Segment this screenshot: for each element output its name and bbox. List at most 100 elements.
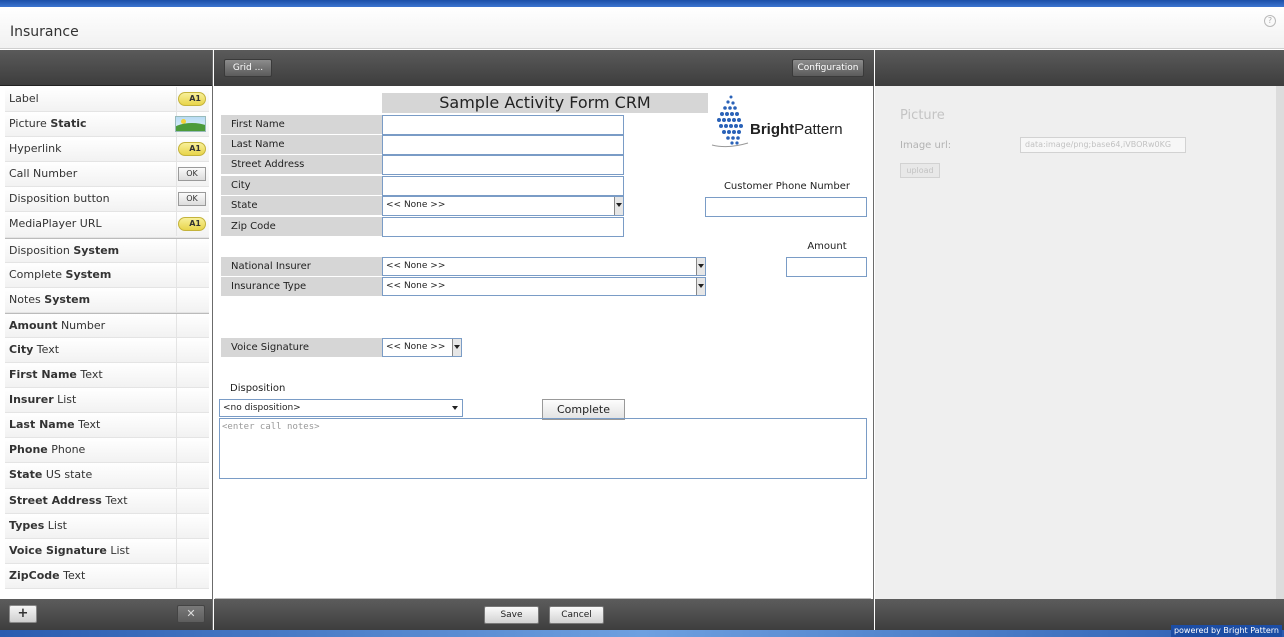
question-icon[interactable]: ? bbox=[1264, 15, 1276, 27]
field-palette-item[interactable]: Disposition System bbox=[5, 237, 209, 263]
field-palette-item-label: MediaPlayer URL bbox=[9, 217, 102, 231]
insurance-type-select[interactable]: << None >> bbox=[382, 277, 706, 296]
grid-button[interactable]: Grid ... bbox=[224, 59, 272, 77]
field-palette-item[interactable]: First Name Text bbox=[5, 363, 209, 389]
voice-signature-label[interactable]: Voice Signature bbox=[221, 338, 382, 358]
add-field-button[interactable]: + bbox=[9, 605, 37, 623]
field-palette-item[interactable]: Complete System bbox=[5, 262, 209, 288]
image-url-input[interactable]: data:image/png;base64,iVBORw0KG bbox=[1020, 137, 1186, 153]
cancel-button[interactable]: Cancel bbox=[549, 606, 604, 624]
app-title: Insurance bbox=[10, 24, 79, 40]
field-palette-item[interactable]: Phone Phone bbox=[5, 438, 209, 464]
field-palette-item[interactable]: City Text bbox=[5, 337, 209, 364]
voice-signature-select[interactable]: << None >> bbox=[382, 338, 462, 357]
field-palette-item-label: Street Address Text bbox=[9, 493, 128, 507]
logo-dots-icon bbox=[711, 95, 749, 148]
brightpattern-logo[interactable]: BrightPattern bbox=[708, 93, 868, 153]
national-insurer-select[interactable]: << None >> bbox=[382, 257, 706, 276]
last-name-label[interactable]: Last Name bbox=[221, 135, 382, 155]
window-bottom-strip bbox=[0, 630, 1284, 637]
field-palette-item-preview bbox=[176, 388, 209, 413]
field-palette-item[interactable]: Amount Number bbox=[5, 312, 209, 338]
field-palette-item-label: Call Number bbox=[9, 167, 78, 181]
field-palette-item[interactable]: Voice Signature List bbox=[5, 538, 209, 564]
field-palette-item[interactable]: Notes System bbox=[5, 287, 209, 313]
field-palette-item-preview bbox=[176, 363, 209, 388]
form-editor-footer: Save Cancel bbox=[214, 599, 874, 630]
field-palette-item[interactable]: Street Address Text bbox=[5, 488, 209, 514]
chevron-down-icon bbox=[452, 406, 458, 410]
disposition-label[interactable]: Disposition bbox=[230, 383, 285, 394]
form-editor-header: Grid ... Configuration bbox=[214, 50, 874, 86]
field-palette-item[interactable]: Types List bbox=[5, 513, 209, 539]
upload-button[interactable]: upload bbox=[900, 163, 940, 178]
disposition-select[interactable]: <no disposition> bbox=[219, 399, 463, 417]
configuration-button[interactable]: Configuration bbox=[792, 59, 864, 77]
national-insurer-label[interactable]: National Insurer bbox=[221, 257, 382, 277]
complete-button[interactable]: Complete bbox=[542, 399, 625, 420]
field-palette-item-preview bbox=[176, 238, 209, 263]
properties-header bbox=[875, 50, 1284, 86]
insurance-type-value: << None >> bbox=[386, 281, 446, 291]
insurance-type-label[interactable]: Insurance Type bbox=[221, 277, 382, 297]
chevron-down-icon bbox=[614, 197, 623, 215]
field-palette-item-preview bbox=[176, 313, 209, 338]
form-canvas: Sample Activity Form CRM First Name Last… bbox=[217, 87, 871, 598]
field-palette-item[interactable]: Call Number OK bbox=[5, 162, 209, 188]
call-notes-field[interactable]: <enter call notes> bbox=[219, 418, 867, 479]
field-palette-item[interactable]: ZipCode Text bbox=[5, 563, 209, 589]
zip-code-field[interactable] bbox=[382, 217, 624, 237]
first-name-field[interactable] bbox=[382, 115, 624, 135]
field-palette-item[interactable]: State US state bbox=[5, 463, 209, 489]
city-label[interactable]: City bbox=[221, 176, 382, 196]
field-palette-list: Label A1 Picture Static Hyperlink A1 Call Num… bbox=[5, 87, 209, 589]
customer-phone-label[interactable]: Customer Phone Number bbox=[705, 181, 869, 192]
first-name-label[interactable]: First Name bbox=[221, 115, 382, 135]
street-address-label[interactable]: Street Address bbox=[221, 155, 382, 175]
title-bar: Insurance ? bbox=[0, 7, 1284, 49]
field-palette-item-label: Voice Signature List bbox=[9, 543, 130, 557]
field-palette-item[interactable]: Last Name Text bbox=[5, 413, 209, 439]
field-palette-footer: + ✕ bbox=[0, 599, 212, 630]
field-palette-panel: Label A1 Picture Static Hyperlink A1 Call Num… bbox=[0, 50, 213, 630]
field-palette-header bbox=[0, 50, 212, 86]
field-palette-item-label: Picture Static bbox=[9, 117, 87, 131]
field-palette-item-label: Types List bbox=[9, 518, 67, 532]
chevron-down-icon bbox=[696, 278, 705, 295]
field-palette-item[interactable]: MediaPlayer URL A1 bbox=[5, 212, 209, 238]
properties-scrollbar[interactable] bbox=[1276, 86, 1284, 599]
field-palette-item[interactable]: Disposition button OK bbox=[5, 187, 209, 213]
city-field[interactable] bbox=[382, 176, 624, 196]
remove-field-button[interactable]: ✕ bbox=[177, 605, 205, 623]
voice-signature-value: << None >> bbox=[386, 342, 446, 352]
field-palette-item-label: State US state bbox=[9, 468, 93, 482]
field-palette-item[interactable]: Hyperlink A1 bbox=[5, 137, 209, 163]
field-palette-item-preview bbox=[176, 438, 209, 463]
image-url-label: Image url: bbox=[900, 140, 952, 151]
picture-icon bbox=[175, 116, 206, 133]
amount-field[interactable] bbox=[786, 257, 867, 277]
field-palette-item[interactable]: Insurer List bbox=[5, 388, 209, 414]
amount-label[interactable]: Amount bbox=[787, 241, 867, 252]
last-name-field[interactable] bbox=[382, 135, 624, 155]
field-palette-item-label: Last Name Text bbox=[9, 418, 101, 432]
state-label[interactable]: State bbox=[221, 196, 382, 216]
customer-phone-field[interactable] bbox=[705, 197, 867, 217]
field-palette-item-preview bbox=[176, 463, 209, 488]
field-palette-item-preview bbox=[176, 337, 209, 362]
field-palette-item-label: Phone Phone bbox=[9, 443, 86, 457]
powered-by-label: powered by Bright Pattern bbox=[1170, 625, 1282, 637]
street-address-field[interactable] bbox=[382, 155, 624, 175]
field-palette-item-label: Notes System bbox=[9, 292, 91, 306]
field-palette-item-preview bbox=[176, 262, 209, 287]
form-title[interactable]: Sample Activity Form CRM bbox=[382, 93, 708, 113]
field-palette-item-label: City Text bbox=[9, 342, 60, 356]
national-insurer-value: << None >> bbox=[386, 261, 446, 271]
zip-code-label[interactable]: Zip Code bbox=[221, 217, 382, 237]
field-palette-item[interactable]: Picture Static bbox=[5, 112, 209, 138]
state-select-value: << None >> bbox=[386, 200, 446, 210]
state-select[interactable]: << None >> bbox=[382, 196, 624, 216]
field-palette-item[interactable]: Label A1 bbox=[5, 87, 209, 113]
field-palette-item-preview bbox=[176, 287, 209, 312]
save-button[interactable]: Save bbox=[484, 606, 539, 624]
